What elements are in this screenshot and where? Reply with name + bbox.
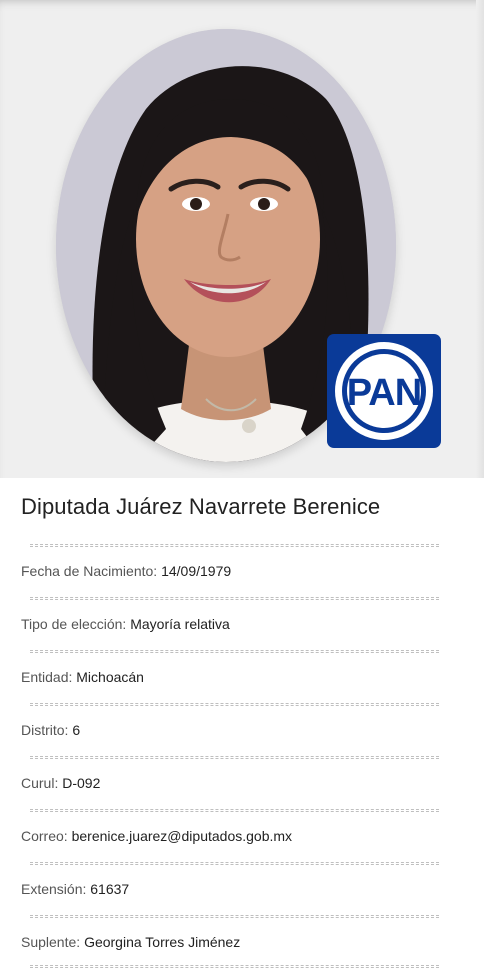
divider bbox=[30, 597, 439, 600]
field-birth-date: Fecha de Nacimiento: 14/09/1979 bbox=[21, 562, 231, 580]
divider bbox=[30, 756, 439, 759]
field-value: D-092 bbox=[62, 775, 101, 791]
field-label: Curul: bbox=[21, 775, 59, 791]
divider bbox=[30, 809, 439, 812]
divider bbox=[30, 650, 439, 653]
field-label: Suplente: bbox=[21, 934, 81, 950]
divider bbox=[30, 703, 439, 706]
profile-details: Diputada Juárez Navarrete Berenice Fecha… bbox=[0, 478, 484, 968]
field-substitute: Suplente: Georgina Torres Jiménez bbox=[21, 933, 240, 951]
field-seat: Curul: D-092 bbox=[21, 774, 100, 792]
field-district: Distrito: 6 bbox=[21, 721, 80, 739]
party-logo-text: PAN bbox=[347, 372, 421, 414]
field-label: Correo: bbox=[21, 828, 68, 844]
divider bbox=[30, 862, 439, 865]
field-label: Extensión: bbox=[21, 881, 87, 897]
field-value: Georgina Torres Jiménez bbox=[84, 934, 241, 950]
field-value: Michoacán bbox=[76, 669, 144, 685]
photo-header: PAN bbox=[0, 0, 484, 478]
field-value: 6 bbox=[72, 722, 81, 738]
field-label: Tipo de elección: bbox=[21, 616, 127, 632]
divider bbox=[30, 544, 439, 547]
field-label: Entidad: bbox=[21, 669, 73, 685]
divider bbox=[30, 915, 439, 918]
scroll-shadow bbox=[476, 0, 484, 478]
field-value: 14/09/1979 bbox=[161, 563, 232, 579]
field-election-type: Tipo de elección: Mayoría relativa bbox=[21, 615, 230, 633]
pan-party-logo: PAN bbox=[327, 334, 441, 448]
email-link[interactable]: berenice.juarez@diputados.gob.mx bbox=[72, 828, 292, 844]
field-email: Correo: berenice.juarez@diputados.gob.mx bbox=[21, 827, 292, 845]
deputy-name: Diputada Juárez Navarrete Berenice bbox=[21, 494, 381, 519]
deputy-profile-page: PAN Diputada Juárez Navarrete Berenice F… bbox=[0, 0, 484, 968]
field-value: Mayoría relativa bbox=[130, 616, 230, 632]
field-label: Distrito: bbox=[21, 722, 69, 738]
field-label: Fecha de Nacimiento: bbox=[21, 563, 158, 579]
field-extension: Extensión: 61637 bbox=[21, 880, 129, 898]
field-state: Entidad: Michoacán bbox=[21, 668, 144, 686]
field-value: 61637 bbox=[90, 881, 130, 897]
